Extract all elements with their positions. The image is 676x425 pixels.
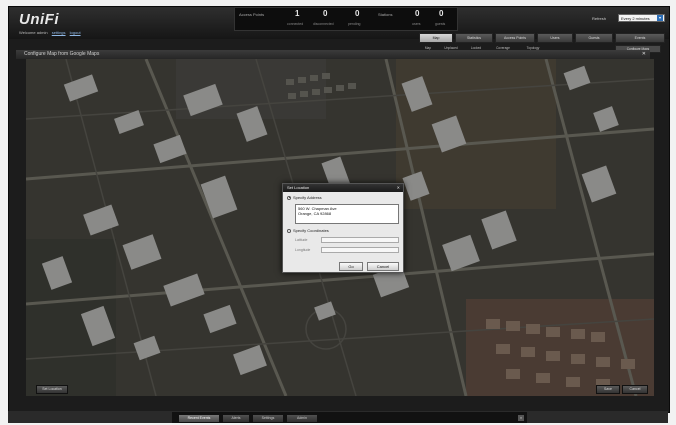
sta-users-count: 0 <box>415 9 420 18</box>
latitude-label: Latitude <box>295 238 308 242</box>
tab-statistics[interactable]: Statistics <box>455 33 493 43</box>
specify-coordinates-option[interactable]: Specify Coordinates <box>287 228 329 233</box>
longitude-input[interactable] <box>321 247 399 253</box>
welcome-label: Welcome admin <box>19 30 48 35</box>
close-icon[interactable]: ✕ <box>642 50 646 59</box>
specify-coordinates-label: Specify Coordinates <box>293 228 329 233</box>
ap-disconnected-label: disconnected <box>313 22 334 26</box>
tab-events[interactable]: Events <box>615 33 665 43</box>
address-line-2: Orange, CA 92868 <box>298 211 332 216</box>
address-textarea[interactable]: 560 W. Chapman Ave Orange, CA 92868 <box>295 204 399 224</box>
map-panel-header: Configure Map from Google Maps ✕ <box>16 50 650 59</box>
unifi-logo: UniFi <box>19 11 59 28</box>
tab-guests[interactable]: Guests <box>575 33 613 43</box>
ap-disconnected-count: 0 <box>323 9 328 18</box>
specify-address-label: Specify Address <box>293 195 322 200</box>
settings-link[interactable]: settings <box>52 30 66 35</box>
chevron-down-icon: ▾ <box>657 15 663 21</box>
stats-panel: Access Points 1 connected 0 disconnected… <box>234 7 458 31</box>
bottom-bar: Recent Events Alerts Settings Admin × <box>8 411 668 423</box>
radio-coordinates[interactable] <box>287 228 291 233</box>
ap-pending-count: 0 <box>355 9 360 18</box>
refresh-value: Every 2 minutes <box>621 16 650 21</box>
tab-bottom-settings[interactable]: Settings <box>252 414 284 423</box>
sta-users-label: users <box>412 22 421 26</box>
tab-map[interactable]: Map <box>419 33 453 43</box>
tab-recent-events[interactable]: Recent Events <box>178 414 220 423</box>
dialog-title: Set Location <box>287 185 310 190</box>
logout-link[interactable]: logout <box>70 30 81 35</box>
bottom-close-icon[interactable]: × <box>517 414 525 422</box>
map-panel-title: Configure Map from Google Maps <box>24 51 100 57</box>
latitude-input[interactable] <box>321 237 399 243</box>
go-button[interactable]: Go <box>339 262 363 271</box>
specify-address-option[interactable]: Specify Address <box>287 195 322 200</box>
tab-access-points[interactable]: Access Points <box>495 33 535 43</box>
ap-pending-label: pending <box>348 22 361 26</box>
longitude-label: Longitude <box>295 248 311 252</box>
stations-label: Stations <box>378 12 393 17</box>
access-points-label: Access Points <box>239 12 265 17</box>
save-button[interactable]: Save <box>596 385 620 394</box>
tab-alerts[interactable]: Alerts <box>222 414 250 423</box>
radio-address[interactable] <box>287 195 291 200</box>
set-location-button[interactable]: Set Location <box>36 385 68 394</box>
sta-guests-count: 0 <box>439 9 444 18</box>
tab-users[interactable]: Users <box>537 33 573 43</box>
ap-connected-count: 1 <box>295 9 300 18</box>
dialog-cancel-button[interactable]: Cancel <box>367 262 399 271</box>
sta-guests-label: guests <box>435 22 446 26</box>
set-location-dialog: Set Location ✕ Specify Address 560 W. Ch… <box>282 183 404 273</box>
ap-connected-label: connected <box>287 22 304 26</box>
cancel-map-button[interactable]: Cancel <box>622 385 648 394</box>
welcome-text: Welcome admin settings logout <box>19 30 81 35</box>
refresh-select[interactable]: Every 2 minutes ▾ <box>618 14 665 22</box>
refresh-label: Refresh <box>592 16 607 21</box>
tab-admin[interactable]: Admin <box>286 414 318 423</box>
bottom-tab-strip: Recent Events Alerts Settings Admin × <box>172 412 527 423</box>
dialog-title-bar: Set Location ✕ <box>283 184 403 192</box>
dialog-close-icon[interactable]: ✕ <box>397 184 400 192</box>
